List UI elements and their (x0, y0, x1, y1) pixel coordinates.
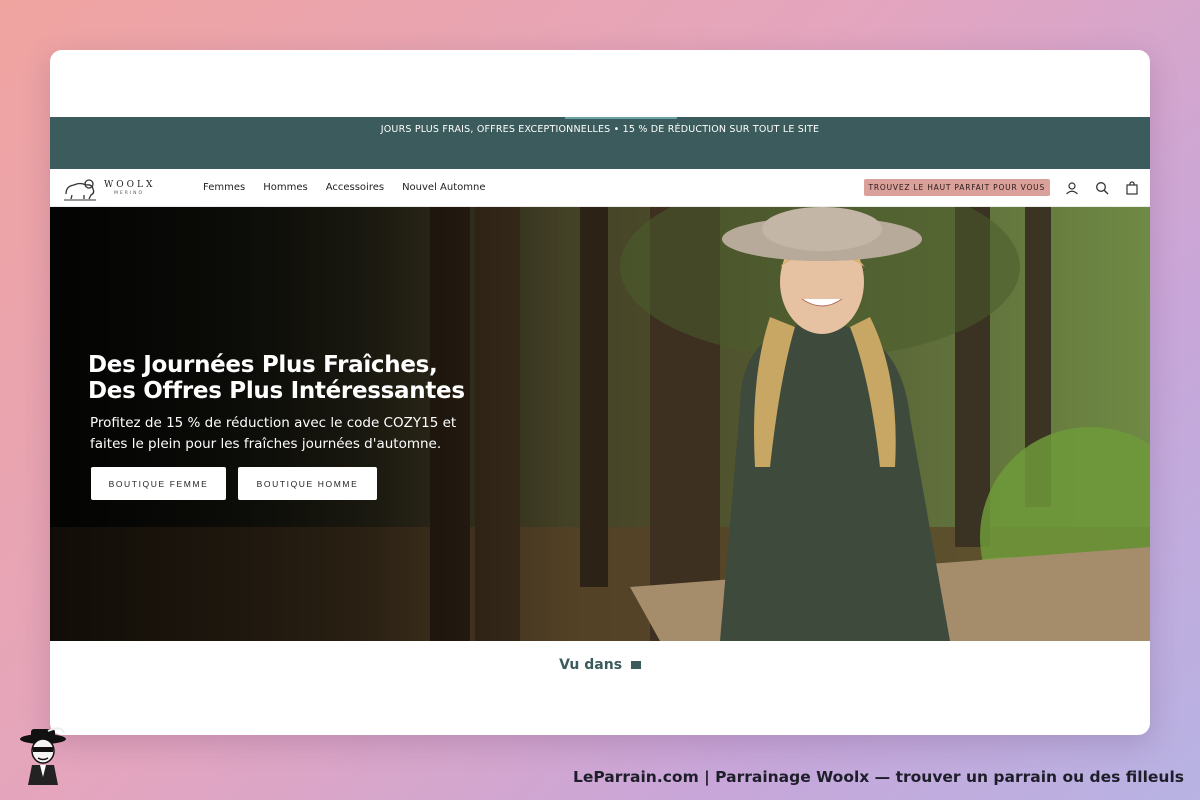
hero-title-line-2: Des Offres Plus Intéressantes (88, 378, 465, 404)
nav-item-accessoires[interactable]: Accessoires (326, 182, 384, 193)
account-icon[interactable] (1064, 180, 1080, 196)
announcement-text: JOURS PLUS FRAIS, OFFRES EXCEPTIONNELLES… (380, 124, 820, 135)
footer-caption: LeParrain.com | Parrainage Woolx — trouv… (572, 768, 1184, 786)
logo-subtitle: MERINO (114, 190, 145, 196)
browser-window: JOURS PLUS FRAIS, OFFRES EXCEPTIONNELLES… (50, 50, 1150, 735)
logo-wordmark: WOOLX (104, 179, 156, 190)
announcement-bar: JOURS PLUS FRAIS, OFFRES EXCEPTIONNELLES… (50, 117, 1150, 169)
seen-in-text: Vu dans (559, 657, 623, 673)
search-icon[interactable] (1094, 180, 1110, 196)
announcement-indicator (565, 117, 677, 119)
top-blank-area (50, 50, 1150, 117)
nav-item-nouvel-automne[interactable]: Nouvel Automne (402, 182, 485, 193)
ram-logo-icon (64, 178, 96, 200)
leparrain-mascot-icon (20, 727, 66, 785)
hero-title-line-1: Des Journées Plus Fraîches, (88, 352, 438, 378)
shop-men-button[interactable]: BOUTIQUE HOMME (238, 467, 377, 500)
shop-women-button[interactable]: BOUTIQUE FEMME (91, 467, 226, 500)
cart-icon[interactable] (1124, 180, 1140, 196)
main-nav: Femmes Hommes Accessoires Nouvel Automne (203, 182, 486, 193)
site-header: WOOLX MERINO Femmes Hommes Accessoires N… (50, 169, 1150, 207)
woolx-logo[interactable]: WOOLX MERINO (62, 174, 197, 202)
media-logo-icon (630, 661, 641, 669)
find-fit-button[interactable]: TROUVEZ LE HAUT PARFAIT POUR VOUS (863, 179, 1050, 196)
hero-banner: Des Journées Plus Fraîches, Des Offres P… (50, 207, 1150, 641)
seen-in-heading: Vu dans (50, 657, 1150, 673)
hero-subtitle-line-2: faites le plein pour les fraîches journé… (90, 436, 442, 452)
hero-content: Des Journées Plus Fraîches, Des Offres P… (88, 352, 465, 500)
hero-subtitle-line-1: Profitez de 15 % de réduction avec le co… (90, 415, 457, 431)
nav-item-femmes[interactable]: Femmes (203, 182, 245, 193)
hero-subtitle: Profitez de 15 % de réduction avec le co… (88, 413, 465, 455)
hero-title: Des Journées Plus Fraîches, Des Offres P… (88, 352, 465, 404)
nav-item-hommes[interactable]: Hommes (263, 182, 307, 193)
